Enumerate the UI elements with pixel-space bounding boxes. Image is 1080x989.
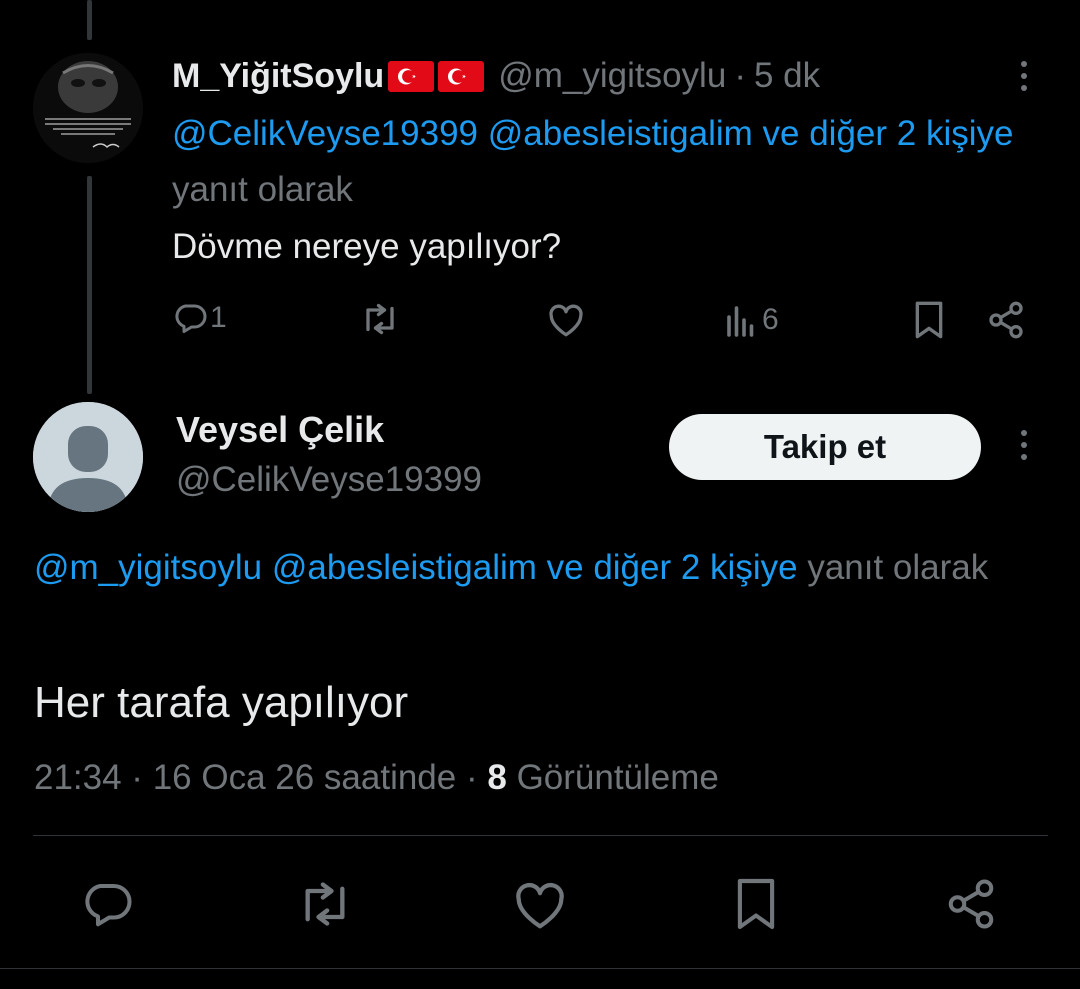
parent-views-action[interactable]: 6 [724,302,779,338]
divider [0,968,1080,969]
like-icon [516,883,564,929]
share-icon [989,301,1023,339]
reply-to-mentions[interactable]: @CelikVeyse19399 @abesleistigalim ve diğ… [172,114,1013,153]
parent-share-action[interactable] [986,300,1026,340]
like-button[interactable] [511,879,569,931]
reply-icon [175,304,207,333]
focused-tweet-text: Her tarafa yapılıyor [34,678,409,727]
reply-to-mentions[interactable]: @m_yigitsoylu @abesleistigalim ve diğer … [34,548,798,587]
divider [33,835,1048,836]
bookmark-icon [737,878,775,930]
reply-icon [85,883,132,927]
reply-count: 1 [210,301,227,334]
handle[interactable]: @m_yigitsoylu [498,56,726,96]
reply-to-suffix: yanıt olarak [172,170,353,209]
thread-line-connector [87,176,92,394]
parent-tweet-text: Dövme nereye yapılıyor? [172,227,562,266]
display-name[interactable]: M_YiğitSoylu [172,57,384,96]
avatar[interactable] [33,53,143,163]
timestamp[interactable]: 5 dk [754,56,820,96]
like-icon [549,304,583,337]
views-count: 6 [762,303,779,336]
follow-button[interactable]: Takip et [669,414,981,480]
flag-icon [438,60,485,92]
bookmark-icon [915,301,943,339]
parent-bookmark-action[interactable] [911,300,947,340]
tweet-timestamp[interactable]: 21:34 · 16 Oca 26 saatinde · [34,758,478,797]
more-icon[interactable] [1021,61,1027,91]
parent-tweet-header: M_YiğitSoylu @m_yigitsoylu · 5 dk [172,53,820,99]
flag-icon [388,60,435,92]
reply-button[interactable] [80,877,134,931]
share-button[interactable] [944,876,998,932]
parent-like-action[interactable] [546,302,586,338]
views-count: 8 [487,758,507,797]
more-icon[interactable] [1021,430,1027,460]
parent-retweet-action[interactable] [358,301,402,337]
avatar-image [33,53,143,163]
views-label[interactable]: Görüntüleme [517,758,719,797]
parent-reply-action[interactable]: 1 [172,300,227,336]
bookmark-button[interactable] [733,876,779,932]
tweet-meta: 21:34 · 16 Oca 26 saatinde · 8 Görüntüle… [34,756,719,800]
default-avatar-icon [33,402,143,512]
avatar[interactable] [33,402,143,512]
display-name[interactable]: Veysel Çelik [176,409,384,451]
reply-to-suffix: yanıt olarak [807,548,989,587]
thread-line-top [87,0,92,40]
separator: · [734,56,746,95]
retweet-icon [305,882,345,926]
retweet-icon [366,303,394,335]
share-icon [948,879,994,929]
focused-reply-to: @m_yigitsoylu @abesleistigalim ve diğer … [34,541,1044,595]
retweet-button[interactable] [294,878,356,930]
parent-reply-to: @CelikVeyse19399 @abesleistigalim ve diğ… [172,106,1052,218]
views-icon [727,306,754,337]
handle[interactable]: @CelikVeyse19399 [176,460,482,500]
